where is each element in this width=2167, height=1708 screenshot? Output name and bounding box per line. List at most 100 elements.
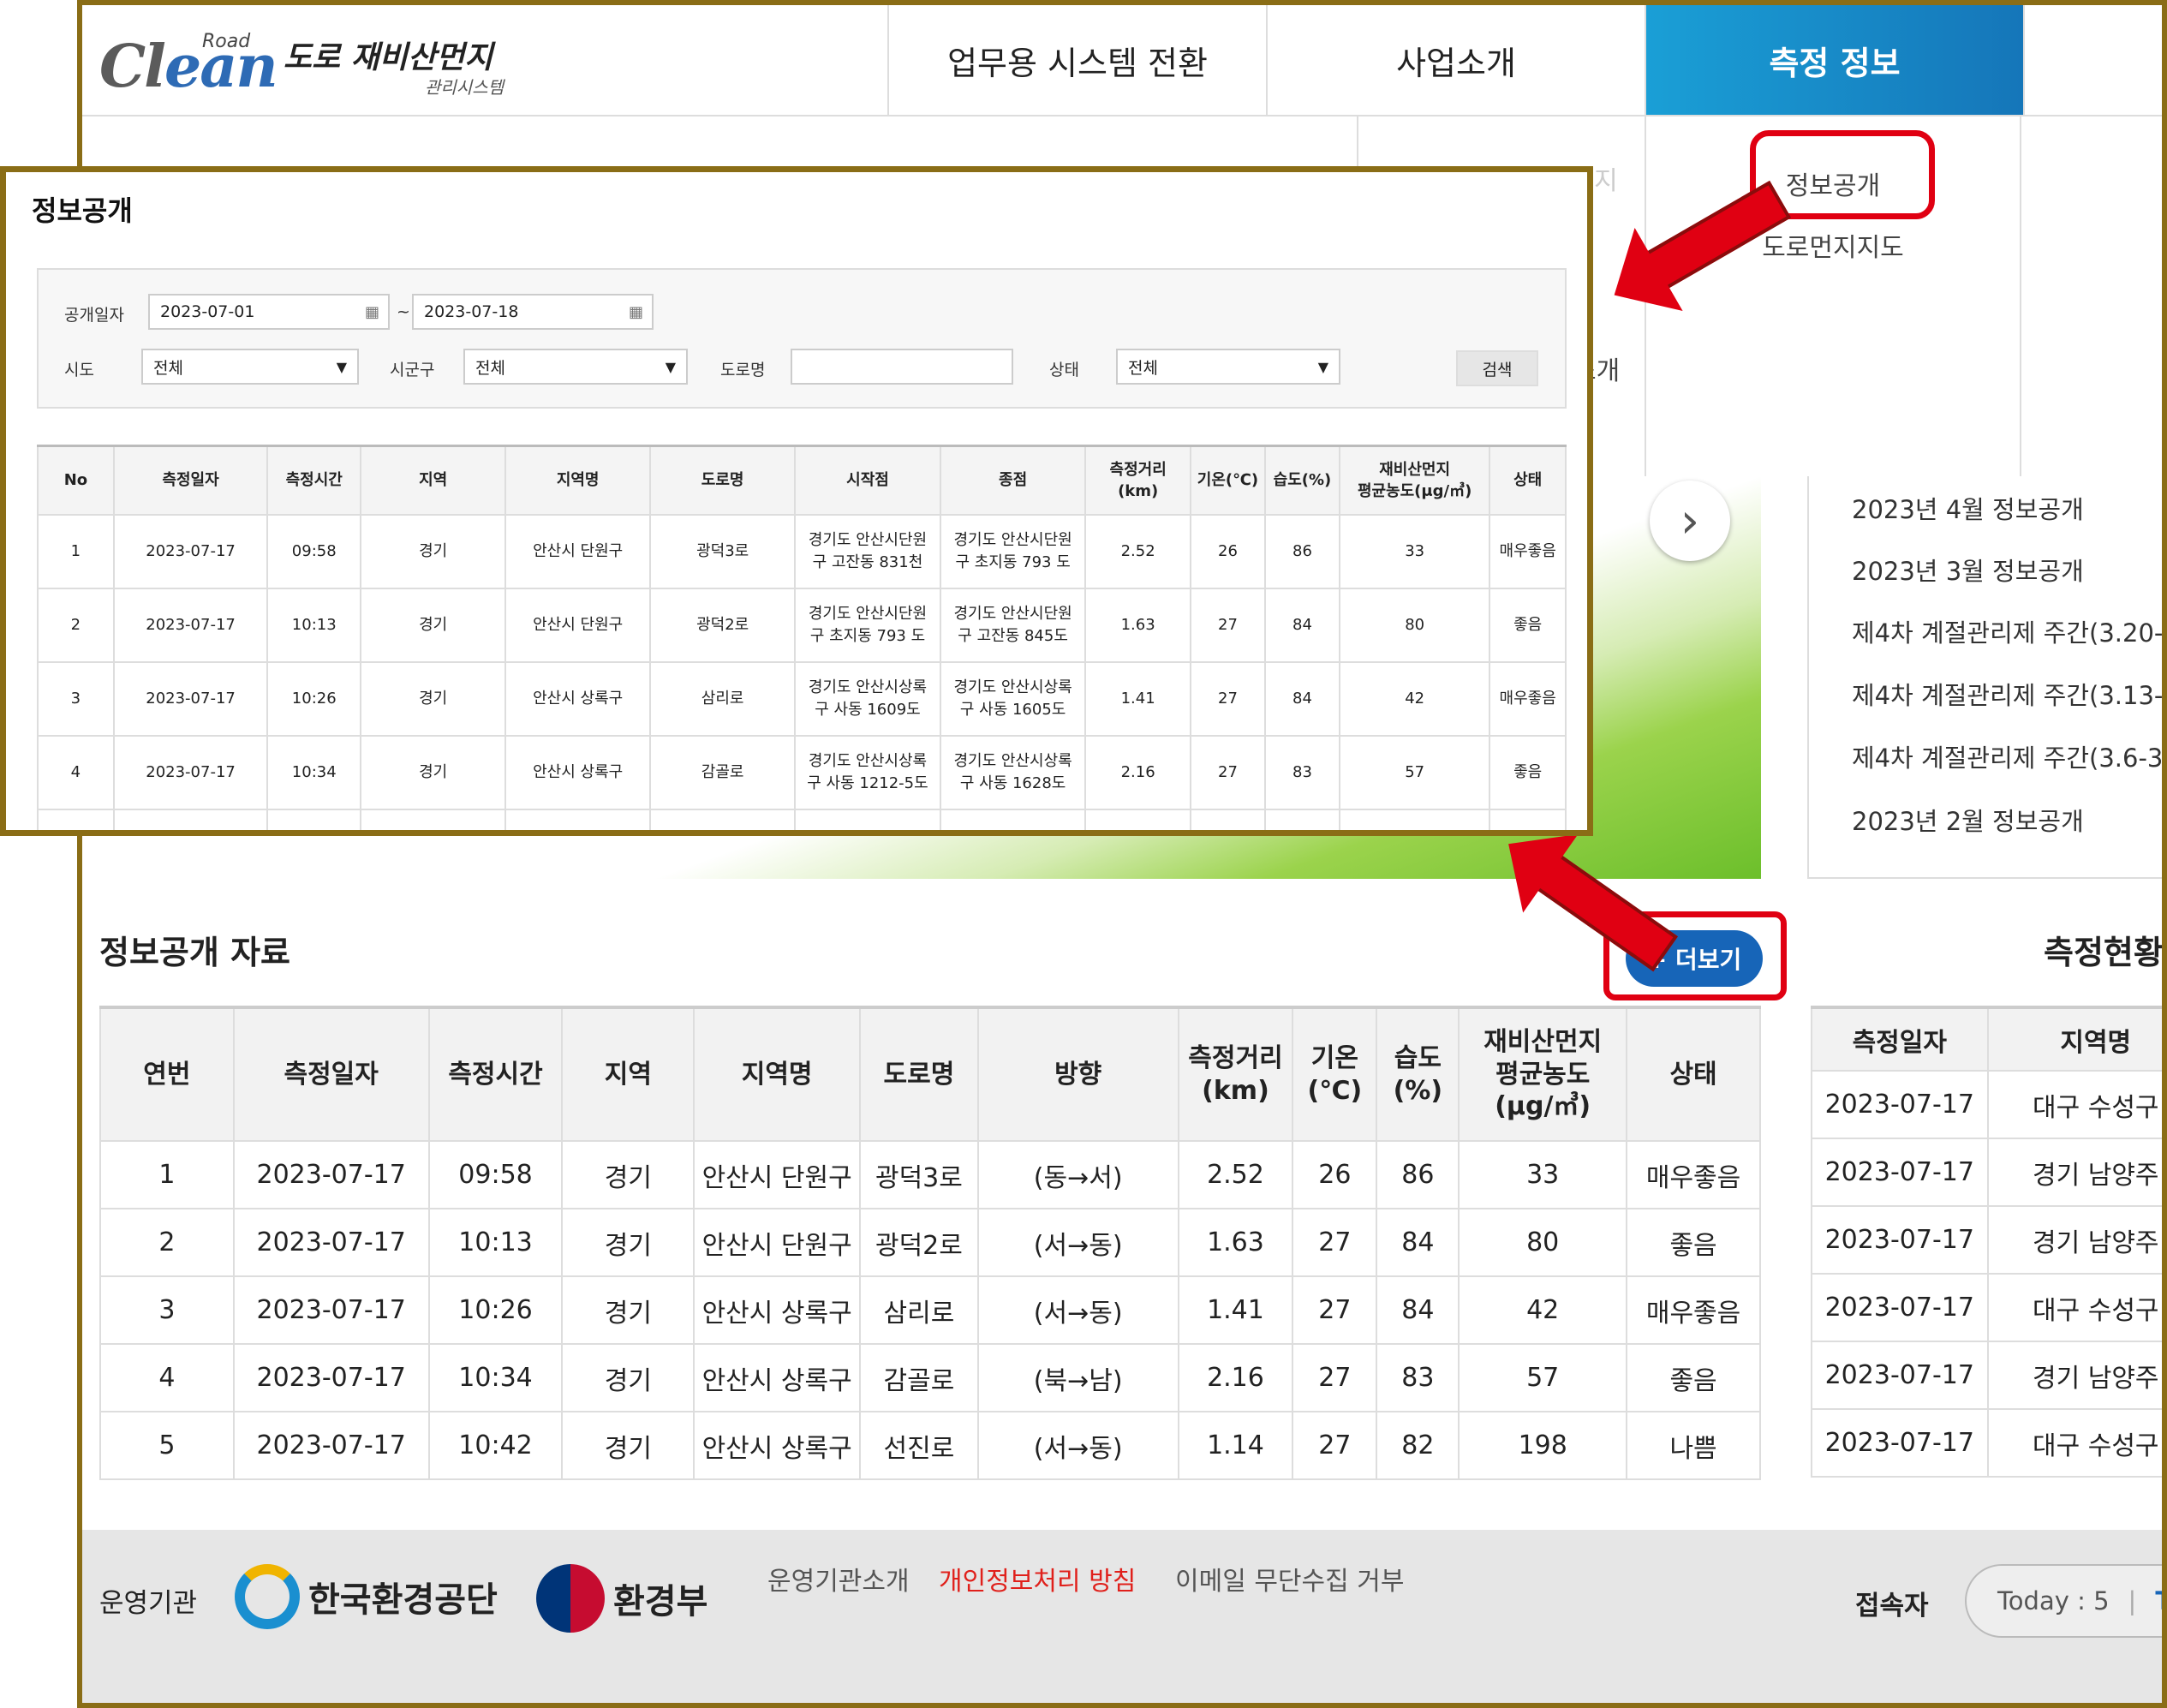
table-cell: 안산시 단원구 xyxy=(504,513,652,589)
nav-work-system[interactable]: 업무용 시스템 전환 xyxy=(887,5,1266,115)
date-to-input[interactable]: 2023-07-18 ▦ xyxy=(412,294,654,330)
col-header: No xyxy=(37,445,115,516)
notice-item[interactable]: 제4차 계절관리제 주간(3.6-3.12) xyxy=(1852,738,2162,774)
table-cell: 광덕2로 xyxy=(859,1208,979,1277)
ministry-logo[interactable]: 환경부 xyxy=(536,1564,707,1633)
search-button[interactable]: 검색 xyxy=(1456,350,1538,386)
status-select[interactable]: 전체 ▼ xyxy=(1116,349,1340,385)
table-cell: 80 xyxy=(1338,587,1491,663)
table-cell: 1.41 xyxy=(1084,660,1191,737)
table-cell: 10:34 xyxy=(266,734,362,810)
nav-measurement-info[interactable]: 측정 정보 xyxy=(1645,5,2023,115)
date-from-input[interactable]: 2023-07-01 ▦ xyxy=(148,294,390,330)
table-row[interactable]: 2023-07-17 경기 남양주 xyxy=(1811,1138,2162,1207)
table-cell: 4 xyxy=(99,1343,235,1412)
table-row[interactable]: 3 2023-07-17 10:26 경기 안산시 상록구 삼리로 경기도 안산시상록 구 … xyxy=(37,660,1567,737)
col-header: 지역명 xyxy=(504,445,652,516)
table-cell xyxy=(1263,808,1340,830)
logo-subtitle: 관리시스템 xyxy=(425,77,504,98)
table-cell: 매우좋음 xyxy=(1626,1275,1761,1345)
footer-link-about[interactable]: 운영기관소개 xyxy=(767,1560,910,1598)
table-cell: 안산시 단원구 xyxy=(504,587,652,663)
footer-link-email-policy[interactable]: 이메일 무단수집 거부 xyxy=(1175,1560,1404,1598)
table-cell xyxy=(1084,808,1191,830)
banner-next-arrow-icon[interactable]: › xyxy=(1650,481,1730,561)
table-cell: 경기도 안산시상록 xyxy=(794,808,941,830)
road-name-input[interactable] xyxy=(791,349,1013,385)
table-row[interactable]: 1 2023-07-17 09:58 경기 안산시 단원구 광덕3로 경기도 안산시단원 구… xyxy=(37,513,1567,589)
table-cell: 2023-07-17 xyxy=(112,513,269,589)
table-row[interactable]: 2023-07-17 경기 남양주 xyxy=(1811,1341,2162,1410)
table-row[interactable]: 4 2023-07-17 10:34 경기 안산시 상록구 감골로 (북→남) 2.16 27 8… xyxy=(99,1343,1761,1412)
table-row[interactable]: 2023-07-17 대구 수성구 xyxy=(1811,1273,2162,1342)
table-cell: 27 xyxy=(1189,587,1266,663)
table-cell: 경기 xyxy=(360,734,507,810)
notice-item[interactable]: 2023년 4월 정보공개 xyxy=(1852,490,2084,526)
table-cell: 경기 xyxy=(561,1275,695,1345)
col-header: 종점 xyxy=(939,445,1087,516)
table-cell: 2.52 xyxy=(1084,513,1191,589)
footer: 운영기관 한국환경공단 환경부 운영기관소개 개인정보처리 방침 이메일 무단수… xyxy=(82,1530,2162,1703)
notice-item[interactable]: 제4차 계절관리제 주간(3.13-3.19) xyxy=(1852,676,2162,712)
section-title: 정보공개 자료 xyxy=(99,934,290,971)
table-cell: 매우좋음 xyxy=(1489,513,1567,589)
notice-item[interactable]: 2023년 2월 정보공개 xyxy=(1852,802,2084,838)
table-cell: 2023-07-17 xyxy=(232,1208,430,1277)
table-row[interactable]: 3 2023-07-17 10:26 경기 안산시 상록구 삼리로 (서→동) 1.41 27 8… xyxy=(99,1275,1761,1345)
table-cell: 감골로 xyxy=(649,734,797,810)
table-cell: 57 xyxy=(1458,1343,1628,1412)
col-header: 연번 xyxy=(99,1006,235,1142)
table-cell: 경기도 안산시상록 xyxy=(939,808,1087,830)
sigungu-select[interactable]: 전체 ▼ xyxy=(463,349,688,385)
table-cell: 1.63 xyxy=(1084,587,1191,663)
table-row[interactable]: 2 2023-07-17 10:13 경기 안산시 단원구 광덕2로 경기도 안산시단원 구… xyxy=(37,587,1567,663)
table-cell: 광덕3로 xyxy=(859,1140,979,1209)
table-cell: 나쁨 xyxy=(1626,1411,1761,1480)
footer-link-privacy[interactable]: 개인정보처리 방침 xyxy=(939,1560,1136,1598)
table-cell: 80 xyxy=(1458,1208,1628,1277)
table-cell: 27 xyxy=(1292,1275,1378,1345)
table-cell: 4 xyxy=(37,734,115,810)
table-row[interactable]: 경기도 안산시상록경기도 안산시상록 xyxy=(37,808,1567,830)
table-cell: 10:13 xyxy=(266,587,362,663)
table-cell: 안산시 상록구 xyxy=(693,1275,861,1345)
table-cell: 1.14 xyxy=(1177,1411,1294,1480)
site-logo[interactable]: Clean Road 도로 재비산먼지 관리시스템 xyxy=(99,24,510,110)
chevron-down-icon: ▼ xyxy=(665,358,676,375)
table-cell: 84 xyxy=(1263,587,1340,663)
table-row[interactable]: 2 2023-07-17 10:13 경기 안산시 단원구 광덕2로 (서→동) 1.63 27… xyxy=(99,1208,1761,1277)
calendar-icon[interactable]: ▦ xyxy=(629,303,643,321)
table-row[interactable]: 2023-07-17 대구 수성구 xyxy=(1811,1070,2162,1139)
table-row[interactable]: 4 2023-07-17 10:34 경기 안산시 상록구 감골로 경기도 안산시상록 구 … xyxy=(37,734,1567,810)
table-cell: 선진로 xyxy=(859,1411,979,1480)
table-cell: 10:26 xyxy=(266,660,362,737)
sido-select[interactable]: 전체 ▼ xyxy=(141,349,359,385)
notice-item[interactable]: 2023년 3월 정보공개 xyxy=(1852,552,2084,588)
table-cell: 경기 xyxy=(561,1343,695,1412)
table-row[interactable]: 1 2023-07-17 09:58 경기 안산시 단원구 광덕3로 (동→서) 2.52 26… xyxy=(99,1140,1761,1209)
chevron-down-icon: ▼ xyxy=(1317,358,1328,375)
table-row[interactable]: 2023-07-17 경기 남양주 xyxy=(1811,1205,2162,1275)
table-cell: 1.41 xyxy=(1177,1275,1294,1345)
nav-business-intro[interactable]: 사업소개 xyxy=(1266,5,1645,115)
table-cell: 2023-07-17 xyxy=(1811,1408,1989,1478)
table-cell: 1 xyxy=(37,513,115,589)
table-cell: 82 xyxy=(1376,1411,1460,1480)
table-cell: 안산시 상록구 xyxy=(693,1343,861,1412)
visitor-counter: Today : 5 | T xyxy=(1965,1564,2162,1638)
notice-item[interactable]: 제4차 계절관리제 주간(3.20-3.26) xyxy=(1852,613,2162,649)
table-cell: 2 xyxy=(99,1208,235,1277)
table-row[interactable]: 2023-07-17 대구 수성구 xyxy=(1811,1408,2162,1478)
table-cell: 2023-07-17 xyxy=(1811,1205,1989,1275)
col-header: 상태 xyxy=(1626,1006,1761,1142)
table-row[interactable]: 5 2023-07-17 10:42 경기 안산시 상록구 선진로 (서→동) 1.14 27 8… xyxy=(99,1411,1761,1480)
col-header: 측정일자 xyxy=(112,445,269,516)
table-cell xyxy=(37,808,115,830)
keco-logo[interactable]: 한국환경공단 xyxy=(235,1564,498,1629)
table-cell: 86 xyxy=(1376,1140,1460,1209)
table-cell: 좋음 xyxy=(1626,1343,1761,1412)
status-value: 전체 xyxy=(1128,358,1158,378)
col-header: 지역 xyxy=(561,1006,695,1142)
calendar-icon[interactable]: ▦ xyxy=(365,303,379,321)
nav-item-more[interactable] xyxy=(2023,5,2162,115)
